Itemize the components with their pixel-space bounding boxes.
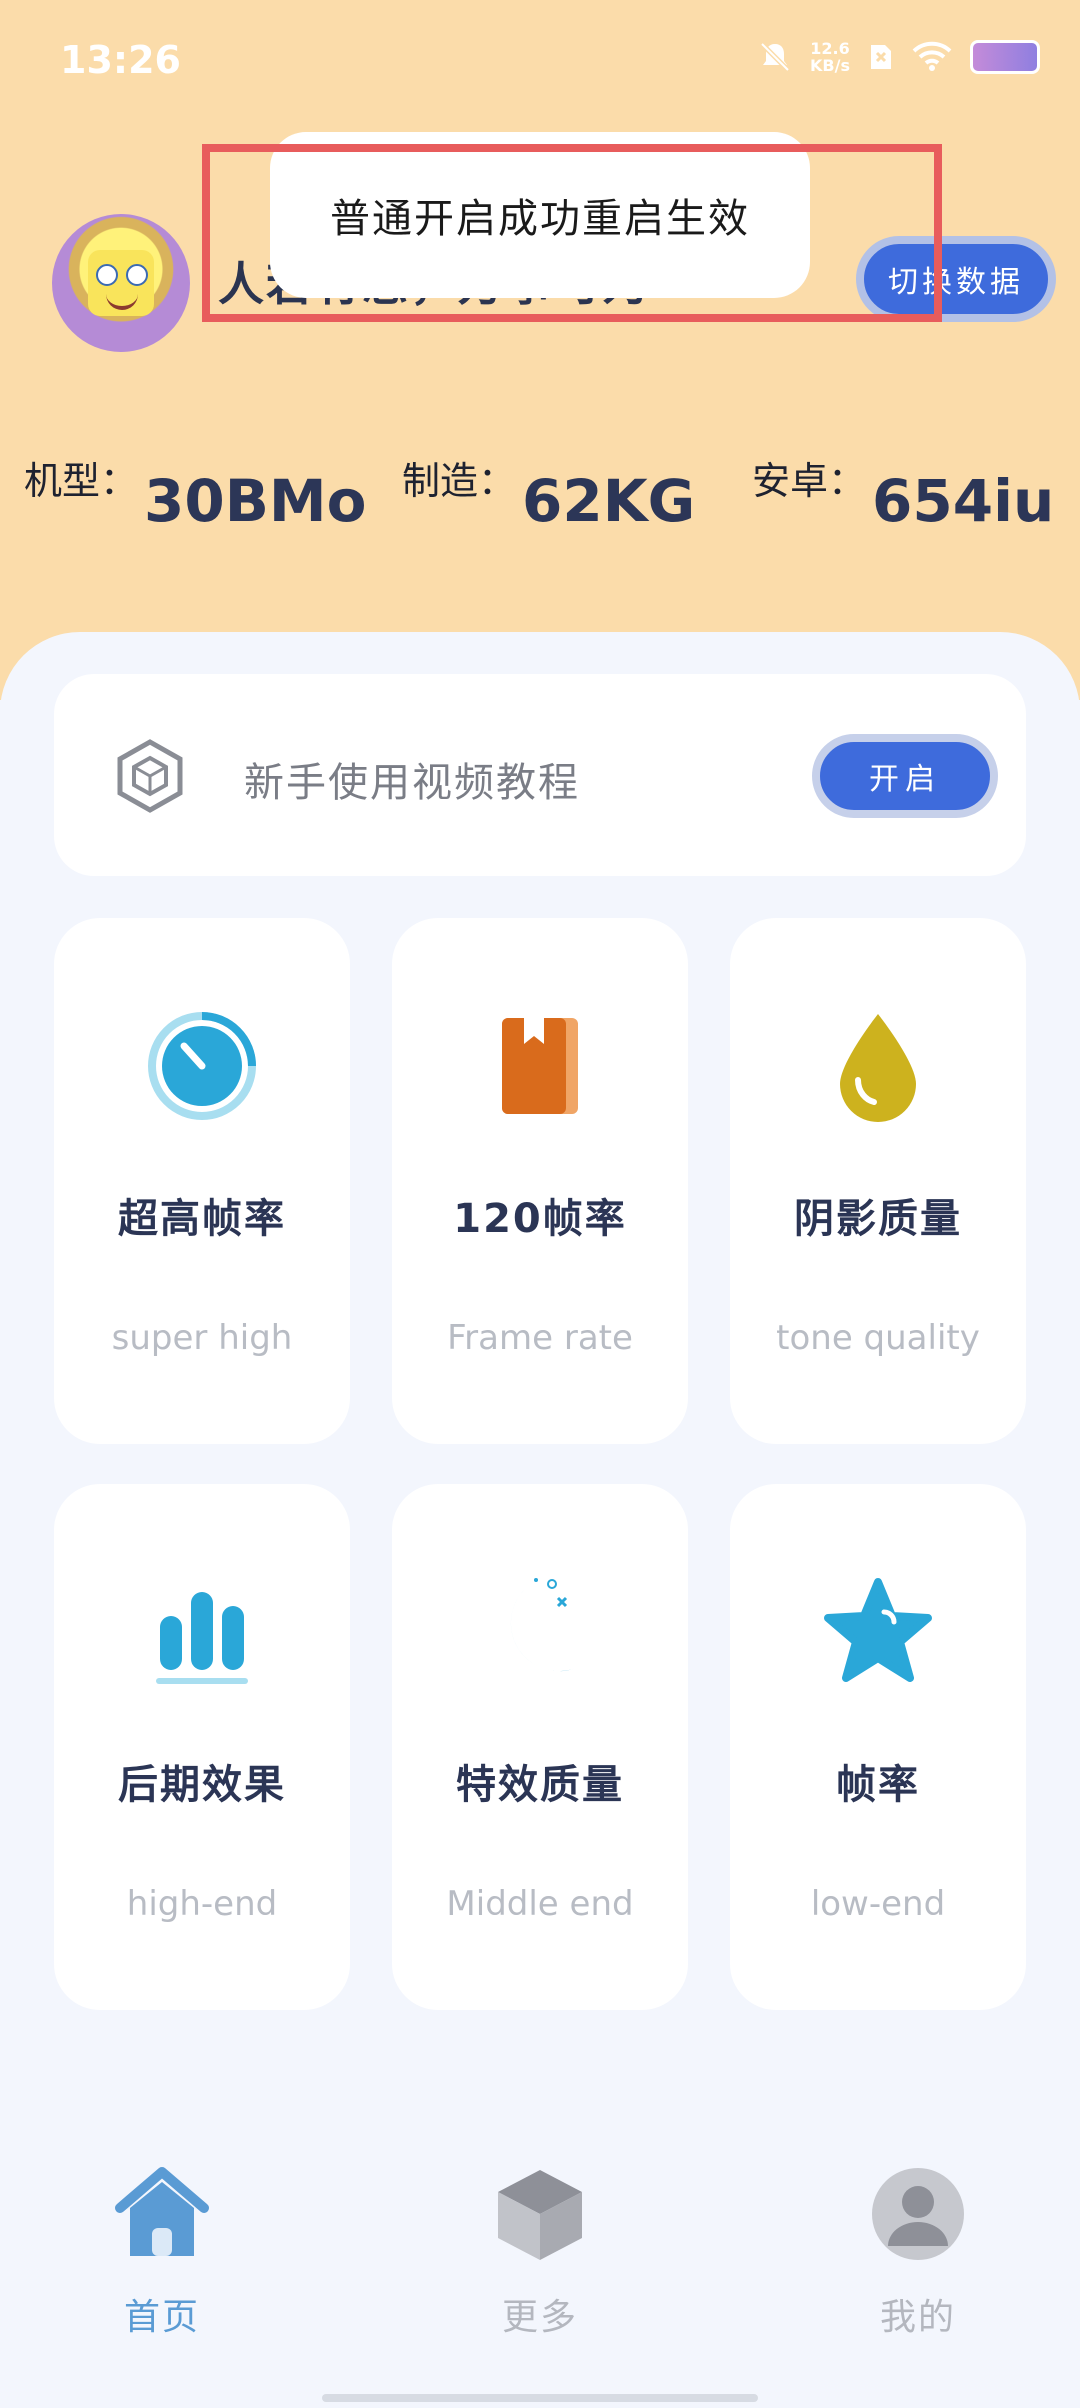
stat-android-value: 654iu (872, 467, 1055, 535)
card-frame-rate-120[interactable]: 120帧率 Frame rate (392, 918, 688, 1444)
card-subtitle: tone quality (776, 1318, 980, 1358)
stat-model: 机型： 30BMo (24, 450, 367, 535)
status-time: 13:26 (60, 38, 181, 82)
stat-manufacture: 制造： 62KG (402, 450, 695, 535)
nav-home-label: 首页 (123, 2297, 200, 2338)
card-title: 阴影质量 (794, 1196, 962, 1242)
avatar-face (88, 250, 154, 316)
book-icon (502, 1018, 578, 1114)
network-speed: 12.6 KB/s (810, 40, 850, 74)
nav-more[interactable]: 更多 (440, 2164, 640, 2364)
star-icon (824, 1578, 932, 1682)
avatar[interactable] (52, 214, 190, 352)
nav-mine-label: 我的 (879, 2297, 956, 2338)
card-title: 后期效果 (118, 1762, 286, 1808)
device-stats: 机型： 30BMo 制造： 62KG 安卓： 654iu (0, 450, 1080, 550)
stat-manufacture-value: 62KG (522, 467, 696, 535)
status-bar: 13:26 12.6 KB/s (0, 0, 1080, 120)
card-subtitle: super high (111, 1318, 293, 1358)
nav-mine[interactable]: 我的 (818, 2164, 1018, 2364)
card-subtitle: low-end (810, 1884, 946, 1924)
card-middle-end[interactable]: 特效质量 Middle end (392, 1484, 688, 2010)
card-super-high[interactable]: 超高帧率 super high (54, 918, 350, 1444)
card-title: 超高帧率 (118, 1196, 286, 1242)
open-tutorial-button[interactable]: 开启 (812, 734, 998, 818)
stat-android-label: 安卓： (752, 459, 867, 503)
card-subtitle: Middle end (446, 1884, 634, 1924)
card-title: 特效质量 (456, 1762, 624, 1808)
card-tone-quality[interactable]: 阴影质量 tone quality (730, 918, 1026, 1444)
card-low-end[interactable]: 帧率 low-end (730, 1484, 1026, 2010)
mute-bell-icon (760, 42, 790, 72)
card-subtitle: high-end (126, 1884, 278, 1924)
card-title: 120帧率 (453, 1196, 627, 1242)
stat-android: 安卓： 654iu (752, 450, 1054, 535)
stat-manufacture-label: 制造： (402, 459, 517, 503)
sim-icon (871, 45, 891, 69)
stat-model-label: 机型： (24, 459, 139, 503)
avatar-eye-right (126, 264, 148, 286)
card-high-end[interactable]: 后期效果 high-end (54, 1484, 350, 2010)
droplet-icon (840, 1014, 916, 1122)
home-icon (115, 2167, 209, 2256)
status-icons: 12.6 KB/s (758, 40, 1040, 74)
tutorial-text: 新手使用视频教程 (244, 760, 580, 806)
network-speed-unit: KB/s (810, 56, 850, 75)
card-subtitle: Frame rate (447, 1318, 633, 1358)
user-icon (872, 2168, 964, 2260)
home-indicator (322, 2394, 758, 2402)
highlight-box (202, 144, 942, 322)
gauge-icon (148, 1012, 256, 1120)
battery-icon (970, 40, 1040, 74)
bar-chart-icon (156, 1592, 248, 1684)
hexagon-cube-icon (117, 739, 183, 813)
avatar-mouth (106, 294, 138, 310)
moon-icon (507, 1578, 592, 1676)
network-speed-value: 12.6 (810, 39, 850, 58)
nav-more-label: 更多 (501, 2297, 578, 2338)
stat-model-value: 30BMo (144, 467, 367, 535)
card-title: 帧率 (836, 1762, 920, 1808)
wifi-icon (912, 41, 952, 71)
bottom-nav: 首页 更多 我的 (0, 2140, 1080, 2408)
nav-home[interactable]: 首页 (62, 2164, 262, 2364)
avatar-eye-left (96, 264, 118, 286)
tutorial-card[interactable]: 新手使用视频教程 开启 (54, 674, 1026, 876)
cube-icon (498, 2170, 582, 2260)
